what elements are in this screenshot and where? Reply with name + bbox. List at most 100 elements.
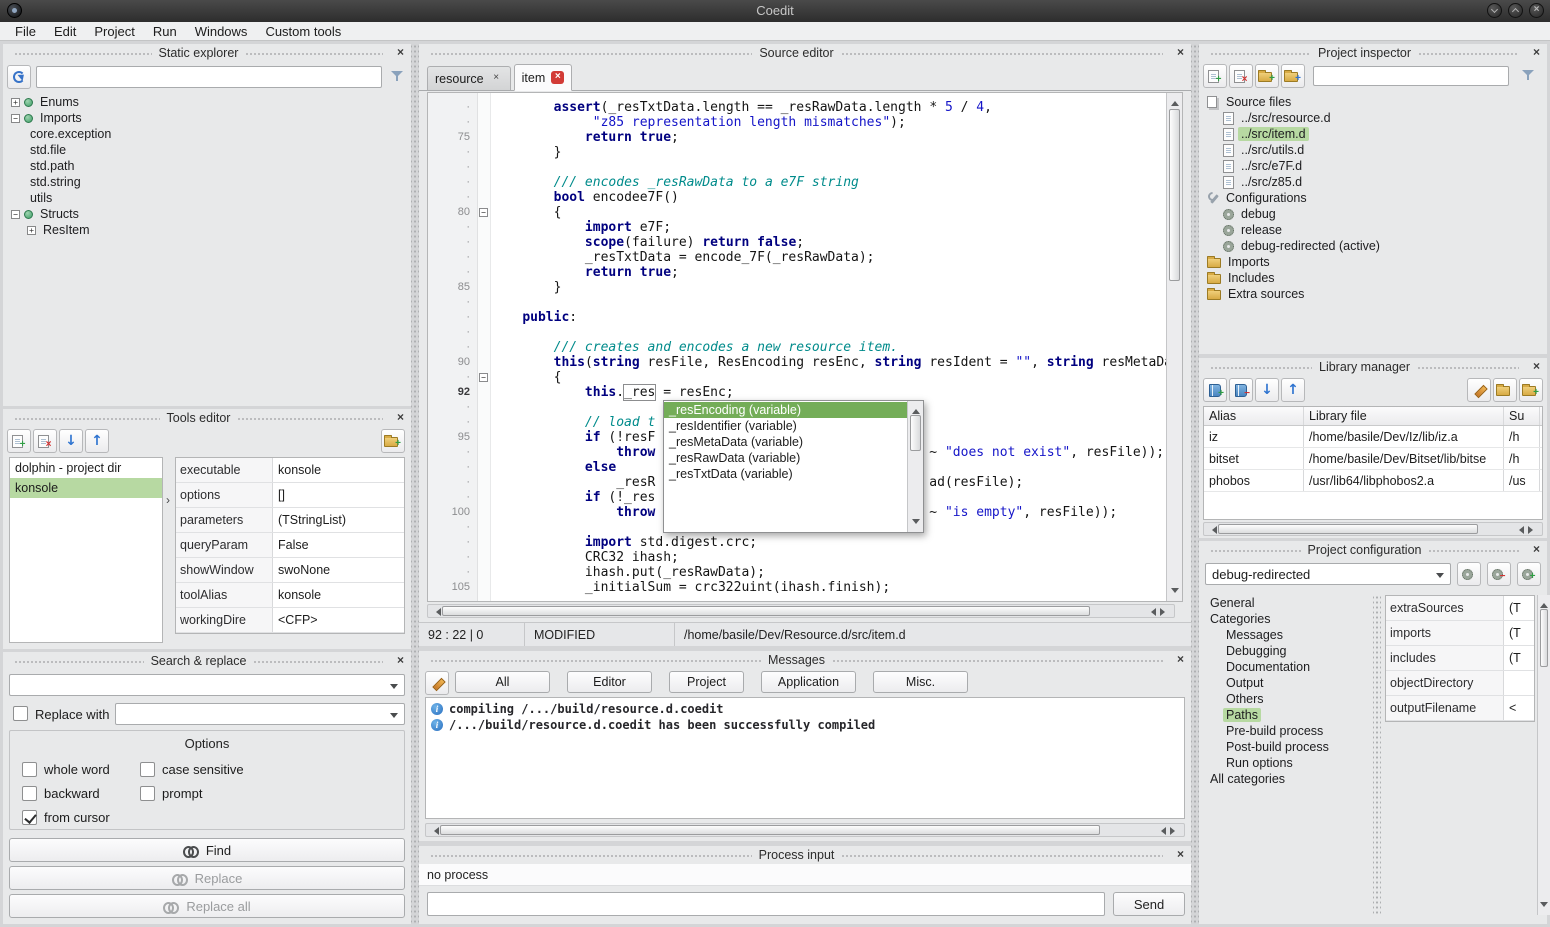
code-line-92[interactable]: this._res = resEnc; — [491, 385, 1166, 400]
option-case-sensitive[interactable]: case sensitive — [140, 760, 392, 779]
close-library-manager-icon[interactable]: × — [1530, 360, 1543, 373]
editor-gutter[interactable]: ··75····80····85····90·92··95····100····… — [428, 93, 478, 601]
code-line-105[interactable]: _initialSum = crc322uint(ihash.finish); — [491, 580, 1166, 595]
library-column-library-file[interactable]: Library file — [1304, 407, 1504, 425]
checkbox-from-cursor[interactable] — [22, 810, 37, 825]
window-shade-button[interactable] — [1487, 3, 1502, 18]
close-tab-icon[interactable]: × — [490, 72, 503, 85]
tool-extra-button[interactable]: + — [381, 429, 405, 453]
close-tab-icon[interactable]: × — [551, 71, 564, 84]
tools-editor-header[interactable]: Tools editor × — [3, 409, 411, 426]
completion-item[interactable]: _resMetaData (variable) — [664, 434, 907, 450]
option-backward[interactable]: backward — [22, 784, 140, 803]
config-category-documentation[interactable]: Documentation — [1201, 659, 1369, 675]
scroll-right-icon[interactable] — [1528, 526, 1537, 534]
inspector-item-includes[interactable]: Includes — [1201, 270, 1545, 286]
code-line-77[interactable] — [491, 160, 1166, 175]
code-line-82[interactable]: scope(failure) return false; — [491, 235, 1166, 250]
explorer-item-imports[interactable]: −Imports — [5, 110, 409, 126]
explorer-item-enums[interactable]: +Enums — [5, 94, 409, 110]
tool-item-konsole[interactable]: konsole — [10, 478, 162, 498]
scroll-left-icon[interactable] — [1515, 526, 1524, 534]
add-tool-button[interactable]: + — [7, 429, 31, 453]
completion-item[interactable]: _resRawData (variable) — [664, 450, 907, 466]
close-process-input-icon[interactable]: × — [1174, 848, 1187, 861]
remove-tool-button[interactable]: × — [33, 429, 57, 453]
remove-library-button[interactable]: − — [1229, 378, 1253, 402]
checkbox-prompt[interactable] — [140, 786, 155, 801]
explorer-item-std-file[interactable]: std.file — [5, 142, 409, 158]
inspector-item-debug[interactable]: debug — [1201, 206, 1545, 222]
scroll-right-icon[interactable] — [1170, 827, 1179, 835]
process-input-header[interactable]: Process input × — [419, 846, 1191, 863]
configuration-splitter[interactable] — [1373, 595, 1381, 914]
tab-item[interactable]: item× — [514, 64, 573, 91]
scroll-down-icon[interactable] — [1171, 588, 1179, 597]
config-prop-imports[interactable]: imports(T — [1386, 621, 1534, 646]
scroll-left-icon[interactable] — [1147, 608, 1156, 616]
config-prop-outputfilename[interactable]: outputFilename< — [1386, 696, 1534, 721]
close-project-configuration-icon[interactable]: × — [1530, 543, 1543, 556]
inspector-item-src-z85-d[interactable]: ../src/z85.d — [1201, 174, 1545, 190]
code-line-86[interactable] — [491, 295, 1166, 310]
config-category-all-categories[interactable]: All categories — [1201, 771, 1369, 787]
code-line-78[interactable]: /// encodes _resRawData to a e7F string — [491, 175, 1166, 190]
expander-icon[interactable]: + — [11, 98, 20, 107]
tool-prop-executable[interactable]: executablekonsole — [176, 458, 404, 483]
scrollbar-thumb[interactable] — [1169, 109, 1180, 281]
config-prop-extrasources[interactable]: extraSources(T — [1386, 596, 1534, 621]
config-prop-objectdirectory[interactable]: objectDirectory — [1386, 671, 1534, 696]
checkbox-whole-word[interactable] — [22, 762, 37, 777]
fold-marker[interactable]: − — [479, 208, 488, 217]
send-button[interactable]: Send — [1113, 892, 1185, 916]
add-configuration-button[interactable]: + — [1517, 562, 1541, 586]
code-line-89[interactable]: /// creates and encodes a new resource i… — [491, 340, 1166, 355]
filter-icon[interactable] — [1521, 68, 1535, 82]
expander-icon[interactable]: − — [11, 210, 20, 219]
close-search-replace-icon[interactable]: × — [394, 654, 407, 667]
inspector-item-configurations[interactable]: Configurations — [1201, 190, 1545, 206]
library-column-alias[interactable]: Alias — [1204, 407, 1304, 425]
config-category-paths[interactable]: Paths — [1201, 707, 1369, 723]
window-titlebar[interactable]: Coedit × — [0, 0, 1550, 22]
tool-prop-workingdire[interactable]: workingDire<CFP> — [176, 608, 404, 633]
code-line-84[interactable]: return true; — [491, 265, 1166, 280]
search-combobox[interactable] — [9, 674, 405, 696]
code-line-76[interactable]: } — [491, 145, 1166, 160]
close-source-editor-icon[interactable]: × — [1174, 46, 1187, 59]
option-prompt[interactable]: prompt — [140, 784, 392, 803]
filter-icon[interactable] — [390, 69, 404, 83]
refresh-button[interactable] — [7, 65, 31, 89]
sync-configuration-button[interactable] — [1457, 562, 1481, 586]
menu-windows[interactable]: Windows — [186, 23, 257, 40]
explorer-item-structs[interactable]: −Structs — [5, 206, 409, 222]
close-tools-editor-icon[interactable]: × — [394, 411, 407, 424]
config-category-categories[interactable]: Categories — [1201, 611, 1369, 627]
add-folder-tree-button[interactable]: + — [1281, 64, 1305, 88]
config-category-run-options[interactable]: Run options — [1201, 755, 1369, 771]
scroll-up-icon[interactable] — [1540, 599, 1548, 608]
inspector-item-src-item-d[interactable]: ../src/item.d — [1201, 126, 1545, 142]
code-line-102[interactable]: import std.digest.crc; — [491, 535, 1166, 550]
tool-prop-toolalias[interactable]: toolAliaskonsole — [176, 583, 404, 608]
code-line-73[interactable]: assert(_resTxtData.length == _resRawData… — [491, 100, 1166, 115]
option-whole-word[interactable]: whole word — [22, 760, 140, 779]
scroll-left-icon[interactable] — [1208, 526, 1217, 534]
editor-horizontal-scrollbar[interactable] — [427, 604, 1175, 618]
code-line-74[interactable]: "z85 representation length mismatches"); — [491, 115, 1166, 130]
completion-item[interactable]: _resIdentifier (variable) — [664, 418, 907, 434]
replace-button[interactable]: Replace — [9, 866, 405, 890]
add-folder-button[interactable]: + — [1255, 64, 1279, 88]
code-line-88[interactable] — [491, 325, 1166, 340]
scroll-up-icon[interactable] — [912, 405, 920, 414]
messages-header[interactable]: Messages × — [419, 651, 1191, 668]
menu-edit[interactable]: Edit — [45, 23, 85, 40]
explorer-item-resitem[interactable]: +ResItem — [5, 222, 409, 238]
code-line-104[interactable]: ihash.put(_resRawData); — [491, 565, 1166, 580]
edit-library-button[interactable] — [1467, 378, 1491, 402]
menu-file[interactable]: File — [6, 23, 45, 40]
tool-prop-options[interactable]: options[] — [176, 483, 404, 508]
scrollbar-thumb[interactable] — [1540, 609, 1548, 667]
library-horizontal-scrollbar[interactable] — [1203, 522, 1543, 536]
code-line-87[interactable]: public: — [491, 310, 1166, 325]
